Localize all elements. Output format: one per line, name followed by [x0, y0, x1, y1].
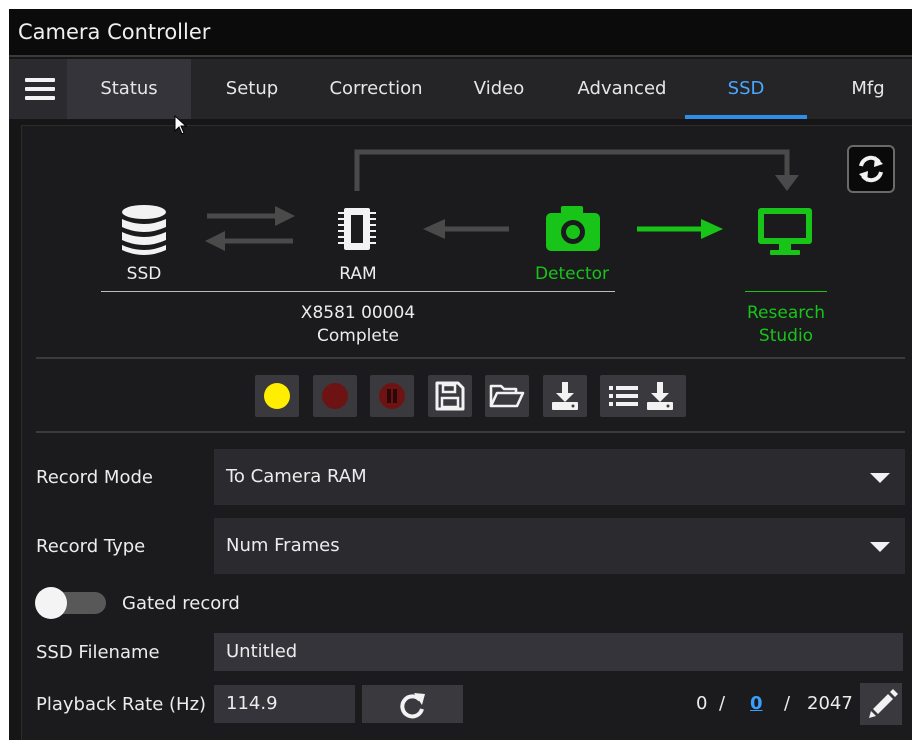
record-type-select[interactable]: Num Frames — [214, 518, 905, 574]
arrow-right-icon — [637, 219, 723, 239]
frame-end: 2047 — [807, 693, 853, 714]
playback-rate-label: Playback Rate (Hz) — [36, 694, 207, 715]
research-studio-label-2: Studio — [758, 326, 814, 346]
pause-button[interactable] — [370, 375, 414, 417]
playback-rate-input[interactable]: 114.9 — [214, 685, 355, 723]
database-icon — [122, 205, 166, 255]
storage-divider — [101, 291, 615, 292]
record-type-value: Num Frames — [226, 535, 340, 556]
redo-icon — [400, 693, 425, 719]
list-download-button[interactable] — [600, 375, 686, 417]
record-mode-label: Record Mode — [36, 467, 153, 488]
feedback-path — [354, 149, 790, 191]
chevron-down-icon — [870, 542, 890, 552]
open-folder-icon — [489, 384, 525, 408]
section-divider — [36, 431, 905, 433]
memory-chip-icon — [338, 208, 376, 250]
download-button[interactable] — [543, 375, 587, 417]
frame-separator: / — [719, 693, 726, 714]
record-arm-button[interactable] — [255, 375, 299, 417]
ssd-filename-input[interactable]: Untitled — [214, 633, 903, 671]
record-arm-icon — [264, 383, 290, 409]
data-flow-diagram — [122, 149, 812, 255]
arrow-down-icon — [775, 175, 799, 191]
save-icon — [435, 381, 465, 411]
arrow-left-icon — [423, 219, 509, 239]
ssd-label: SSD — [126, 264, 162, 284]
record-icon — [322, 383, 348, 409]
record-button[interactable] — [313, 375, 357, 417]
download-icon — [552, 382, 578, 410]
research-studio-label: Research — [747, 303, 825, 323]
refresh-button[interactable] — [847, 145, 895, 193]
camera-controller-window: Camera Controller Status Setup Correctio… — [9, 9, 912, 740]
save-button[interactable] — [428, 375, 472, 417]
monitor-icon — [758, 208, 812, 255]
record-mode-select[interactable]: To Camera RAM — [214, 449, 905, 505]
record-type-label: Record Type — [36, 536, 146, 557]
mouse-cursor-icon — [174, 115, 188, 135]
detector-label: Detector — [534, 264, 610, 284]
ssd-filename-label: SSD Filename — [36, 642, 160, 663]
open-folder-button[interactable] — [485, 375, 529, 417]
gated-record-label: Gated record — [122, 593, 240, 614]
toggle-knob — [35, 587, 67, 619]
pencil-icon — [869, 689, 898, 718]
chevron-down-icon — [870, 473, 890, 483]
ram-label: RAM — [339, 264, 377, 284]
frame-separator: / — [784, 693, 791, 714]
ram-capture-status: Complete — [317, 326, 399, 346]
section-divider — [36, 357, 905, 359]
bidirectional-arrow-icon — [205, 206, 295, 251]
pause-icon — [379, 383, 405, 409]
record-mode-value: To Camera RAM — [226, 466, 367, 487]
frame-start: 0 — [696, 693, 708, 714]
reset-playback-rate-button[interactable] — [362, 685, 463, 723]
frame-current-link[interactable]: 0 — [750, 693, 763, 714]
camera-icon — [546, 206, 600, 251]
gated-record-toggle[interactable] — [35, 587, 106, 619]
edit-frames-button[interactable] — [860, 683, 902, 725]
list-download-icon — [609, 382, 673, 410]
ram-capture-id: X8581 00004 — [300, 303, 416, 323]
refresh-icon — [859, 155, 883, 183]
research-divider — [745, 291, 827, 292]
